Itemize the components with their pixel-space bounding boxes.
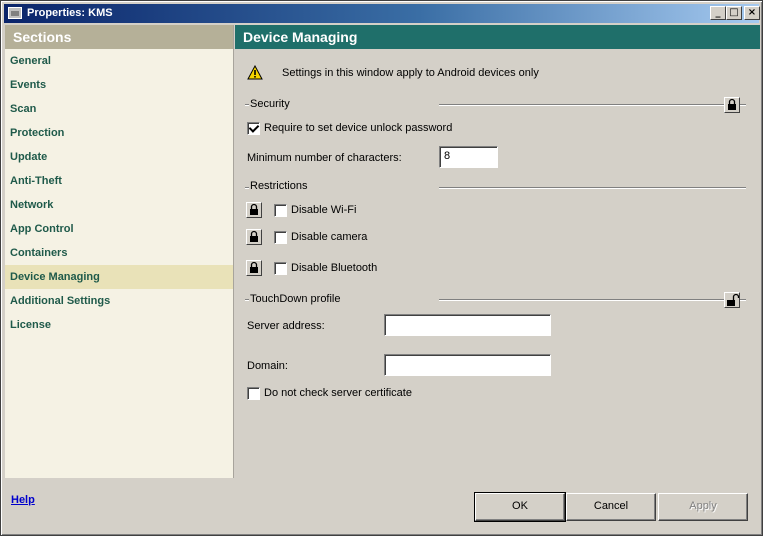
- panel-title: Device Managing: [235, 25, 760, 49]
- sidebar-item-general[interactable]: General: [5, 49, 233, 73]
- disable-wifi-checkbox[interactable]: [274, 204, 287, 217]
- security-lock-button[interactable]: [724, 97, 740, 113]
- restrictions-group-tick: [245, 187, 249, 189]
- touchdown-group-divider-end: [740, 299, 746, 301]
- sidebar-item-additional-settings[interactable]: Additional Settings: [5, 289, 233, 313]
- domain-input[interactable]: [384, 354, 551, 376]
- min-characters-label: Minimum number of characters:: [247, 152, 402, 164]
- sections-sidebar: Sections General Events Scan Protection …: [5, 25, 234, 478]
- disable-camera-label: Disable camera: [291, 231, 368, 243]
- sidebar-item-network[interactable]: Network: [5, 193, 233, 217]
- sidebar-item-events[interactable]: Events: [5, 73, 233, 97]
- no-cert-check-label: Do not check server certificate: [264, 387, 412, 399]
- window-title: Properties: KMS: [27, 7, 113, 19]
- lock-open-icon: [727, 293, 740, 306]
- camera-lock-button[interactable]: [246, 229, 262, 245]
- help-link[interactable]: Help: [11, 494, 35, 506]
- sidebar-header: Sections: [5, 25, 233, 49]
- sidebar-item-anti-theft[interactable]: Anti-Theft: [5, 169, 233, 193]
- lock-closed-icon: [250, 203, 258, 215]
- disable-bluetooth-label: Disable Bluetooth: [291, 262, 378, 274]
- security-group-divider-end: [740, 104, 746, 106]
- touchdown-group-tick: [245, 299, 249, 301]
- minimize-button[interactable]: _: [710, 6, 726, 20]
- touchdown-lock-button[interactable]: [724, 292, 740, 308]
- ok-button[interactable]: OK: [474, 492, 566, 522]
- sidebar-item-containers[interactable]: Containers: [5, 241, 233, 265]
- disable-wifi-label: Disable Wi-Fi: [291, 204, 357, 216]
- server-address-label: Server address:: [247, 320, 325, 332]
- apply-button[interactable]: Apply: [658, 493, 748, 521]
- security-group-divider: [439, 104, 725, 106]
- sidebar-item-protection[interactable]: Protection: [5, 121, 233, 145]
- lock-closed-icon: [250, 230, 258, 242]
- properties-window: Properties: KMS _ □ × Sections General E…: [0, 0, 763, 536]
- require-unlock-password-checkbox[interactable]: [247, 122, 260, 135]
- touchdown-group-divider: [439, 299, 725, 301]
- restrictions-group-label: Restrictions: [250, 180, 310, 192]
- android-only-notice: Settings in this window apply to Android…: [282, 67, 539, 79]
- server-address-input[interactable]: [384, 314, 551, 336]
- maximize-button[interactable]: □: [726, 6, 742, 20]
- sidebar-item-app-control[interactable]: App Control: [5, 217, 233, 241]
- touchdown-group-label: TouchDown profile: [250, 293, 343, 305]
- sidebar-item-update[interactable]: Update: [5, 145, 233, 169]
- no-cert-check-checkbox[interactable]: [247, 387, 260, 400]
- settings-panel: Device Managing Settings in this window …: [235, 25, 760, 478]
- title-bar[interactable]: Properties: KMS _ □ ×: [4, 4, 760, 23]
- cancel-button[interactable]: Cancel: [566, 493, 656, 521]
- lock-closed-icon: [250, 261, 258, 273]
- bluetooth-lock-button[interactable]: [246, 260, 262, 276]
- security-group-tick: [245, 104, 249, 106]
- dialog-footer: Help OK Cancel Apply: [5, 479, 760, 533]
- domain-label: Domain:: [247, 360, 288, 372]
- wifi-lock-button[interactable]: [246, 202, 262, 218]
- sidebar-item-scan[interactable]: Scan: [5, 97, 233, 121]
- disable-camera-checkbox[interactable]: [274, 231, 287, 244]
- restrictions-group-divider: [439, 187, 746, 189]
- disable-bluetooth-checkbox[interactable]: [274, 262, 287, 275]
- min-characters-input[interactable]: 8: [439, 146, 498, 168]
- warning-icon: [247, 65, 263, 80]
- lock-closed-icon: [728, 98, 736, 110]
- close-button[interactable]: ×: [744, 6, 760, 20]
- sidebar-item-device-managing[interactable]: Device Managing: [5, 265, 233, 289]
- window-icon: [8, 7, 22, 19]
- require-unlock-password-label: Require to set device unlock password: [264, 122, 453, 134]
- security-group-label: Security: [250, 98, 292, 110]
- sidebar-item-license[interactable]: License: [5, 313, 233, 337]
